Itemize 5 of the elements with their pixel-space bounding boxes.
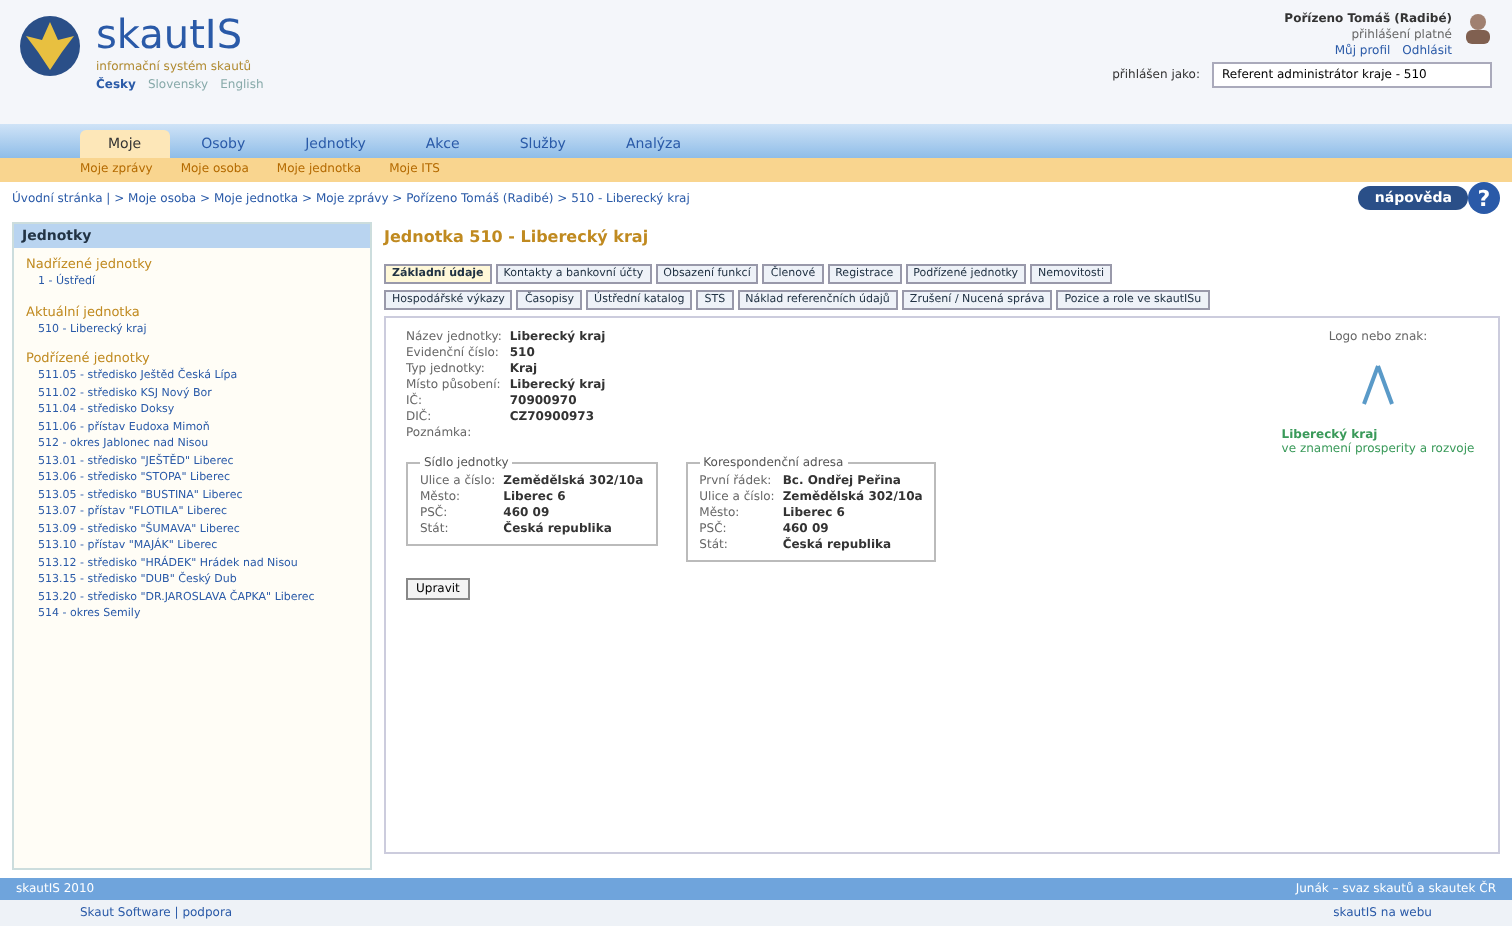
page-title: Jednotka 510 - Liberecký kraj xyxy=(384,226,651,250)
help-icon[interactable]: ? xyxy=(1468,182,1500,214)
scout-lily-logo-icon xyxy=(16,12,84,80)
logo-title: skautIS xyxy=(96,12,243,56)
avatar-icon xyxy=(1464,12,1492,44)
